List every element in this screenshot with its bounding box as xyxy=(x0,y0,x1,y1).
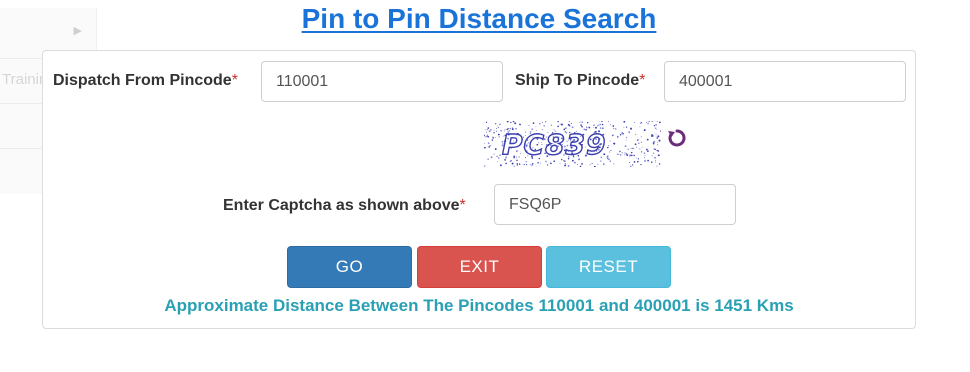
captcha-input[interactable] xyxy=(494,184,736,225)
go-button[interactable]: GO xyxy=(287,246,412,288)
dispatch-pincode-label: Dispatch From Pincode* xyxy=(53,72,238,90)
exit-button[interactable]: EXIT xyxy=(417,246,542,288)
distance-search-form: Dispatch From Pincode* Ship To Pincode* … xyxy=(42,50,916,329)
captcha-image: PC839 xyxy=(484,121,661,167)
ship-pincode-label-text: Ship To Pincode xyxy=(515,72,640,89)
required-mark: * xyxy=(639,72,646,89)
captcha-label: Enter Captcha as shown above* xyxy=(223,197,466,215)
sidebar-item-label: Trainin xyxy=(2,71,48,88)
ship-pincode-label: Ship To Pincode* xyxy=(515,72,645,90)
dispatch-pincode-input[interactable] xyxy=(261,61,503,102)
captcha-text: PC839 xyxy=(502,128,607,161)
page-title[interactable]: Pin to Pin Distance Search xyxy=(0,3,958,35)
ship-pincode-input[interactable] xyxy=(664,61,906,102)
captcha-label-text: Enter Captcha as shown above xyxy=(223,197,460,214)
required-mark: * xyxy=(231,72,238,89)
required-mark: * xyxy=(459,197,466,214)
reset-button[interactable]: RESET xyxy=(546,246,671,288)
distance-result: Approximate Distance Between The Pincode… xyxy=(164,296,794,315)
dispatch-pincode-label-text: Dispatch From Pincode xyxy=(53,72,232,89)
refresh-icon[interactable] xyxy=(666,127,688,149)
